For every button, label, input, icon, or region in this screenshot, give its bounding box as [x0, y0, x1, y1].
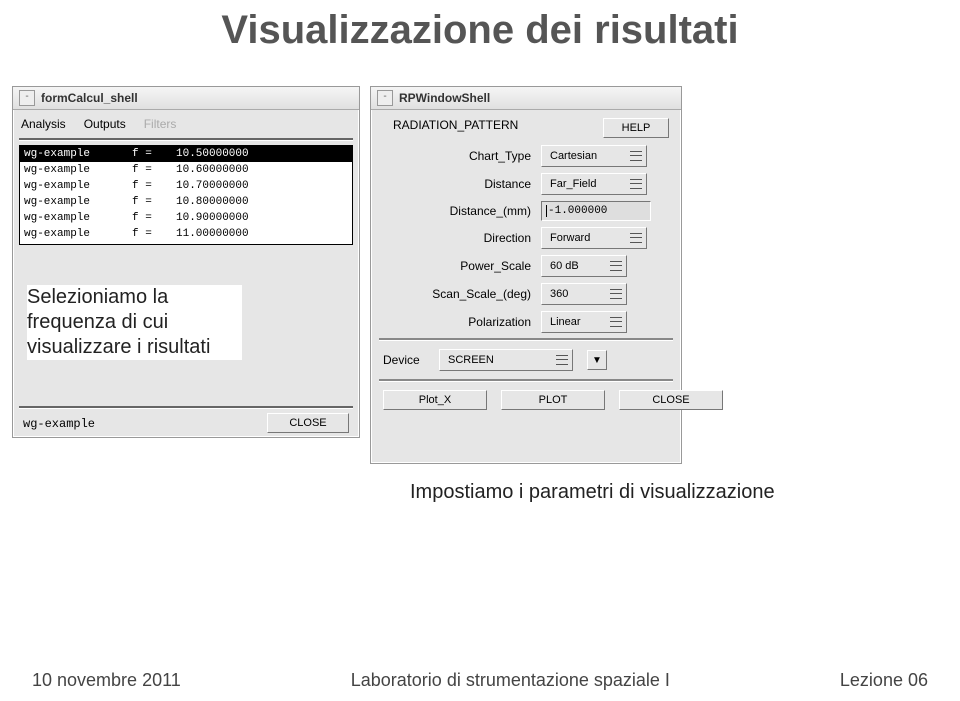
callout-left: Selezioniamo la frequenza di cui visuali… — [27, 285, 242, 360]
field-direction: Direction Forward — [371, 224, 681, 252]
results-listbox[interactable]: wg-example f = 10.50000000 wg-example f … — [19, 145, 353, 245]
header-label: RADIATION_PATTERN — [393, 118, 518, 138]
list-col-name: wg-example — [24, 211, 132, 225]
list-col-f: f = — [132, 195, 176, 209]
dropdown-icon — [610, 317, 622, 327]
list-col-f: f = — [132, 179, 176, 193]
list-col-val: 10.70000000 — [176, 179, 249, 193]
device-label: Device — [383, 353, 433, 367]
footer-center: Laboratorio di strumentazione spaziale I — [351, 670, 670, 691]
field-label: Scan_Scale_(deg) — [379, 287, 541, 301]
field-label: Direction — [379, 231, 541, 245]
list-col-f: f = — [132, 147, 176, 161]
scan-scale-dropdown[interactable]: 360 — [541, 283, 627, 305]
dropdown-value: Far_Field — [550, 178, 596, 190]
device-row: Device SCREEN ▼ — [371, 343, 681, 377]
footer-date: 10 novembre 2011 — [32, 670, 181, 691]
dropdown-icon — [610, 289, 622, 299]
formcalcul-window: - formCalcul_shell Analysis Outputs Filt… — [12, 86, 360, 438]
field-distance-mm: Distance_(mm) -1.000000 — [371, 198, 681, 224]
distance-mm-input[interactable]: -1.000000 — [541, 201, 651, 221]
list-item[interactable]: wg-example f = 10.50000000 — [20, 146, 352, 162]
list-item[interactable]: wg-example f = 10.90000000 — [20, 210, 352, 226]
dropdown-value: Linear — [550, 316, 581, 328]
rpwindow: - RPWindowShell RADIATION_PATTERN HELP C… — [370, 86, 682, 464]
dropdown-value: 60 dB — [550, 260, 579, 272]
field-chart-type: Chart_Type Cartesian — [371, 142, 681, 170]
field-label: Polarization — [379, 315, 541, 329]
header-row: RADIATION_PATTERN HELP — [371, 110, 681, 142]
field-label: Distance_(mm) — [379, 204, 541, 218]
field-scan-scale: Scan_Scale_(deg) 360 — [371, 280, 681, 308]
field-label: Distance — [379, 177, 541, 191]
field-polarization: Polarization Linear — [371, 308, 681, 336]
dropdown-icon — [630, 151, 642, 161]
list-col-name: wg-example — [24, 227, 132, 241]
distance-dropdown[interactable]: Far_Field — [541, 173, 647, 195]
direction-dropdown[interactable]: Forward — [541, 227, 647, 249]
field-distance: Distance Far_Field — [371, 170, 681, 198]
list-item[interactable]: wg-example f = 10.70000000 — [20, 178, 352, 194]
field-power-scale: Power_Scale 60 dB — [371, 252, 681, 280]
divider — [379, 338, 673, 341]
help-button[interactable]: HELP — [603, 118, 669, 138]
dropdown-value: Cartesian — [550, 150, 597, 162]
list-col-name: wg-example — [24, 195, 132, 209]
list-col-val: 10.90000000 — [176, 211, 249, 225]
footer-right: Lezione 06 — [840, 670, 928, 691]
field-label: Chart_Type — [379, 149, 541, 163]
device-picker-button[interactable]: ▼ — [587, 350, 607, 370]
slide-footer: 10 novembre 2011 Laboratorio di strument… — [0, 670, 960, 691]
dropdown-icon — [610, 261, 622, 271]
power-scale-dropdown[interactable]: 60 dB — [541, 255, 627, 277]
list-col-f: f = — [132, 211, 176, 225]
dropdown-icon — [630, 233, 642, 243]
titlebar[interactable]: - RPWindowShell — [371, 87, 681, 110]
dropdown-icon — [556, 355, 568, 365]
device-dropdown[interactable]: SCREEN — [439, 349, 573, 371]
list-item[interactable]: wg-example f = 11.00000000 — [20, 226, 352, 242]
window-menu-icon[interactable]: - — [377, 90, 393, 106]
list-col-name: wg-example — [24, 179, 132, 193]
menu-outputs[interactable]: Outputs — [84, 117, 126, 131]
divider — [19, 406, 353, 409]
status-text: wg-example — [23, 417, 95, 431]
close-button[interactable]: CLOSE — [267, 413, 349, 433]
window-menu-icon[interactable]: - — [19, 90, 35, 106]
chart-type-dropdown[interactable]: Cartesian — [541, 145, 647, 167]
dropdown-value: 360 — [550, 288, 568, 300]
list-col-name: wg-example — [24, 147, 132, 161]
plot-x-button[interactable]: Plot_X — [383, 390, 487, 410]
list-col-f: f = — [132, 163, 176, 177]
callout-right: Impostiamo i parametri di visualizzazion… — [410, 480, 775, 505]
dropdown-icon — [630, 179, 642, 189]
field-label: Power_Scale — [379, 259, 541, 273]
list-col-val: 10.80000000 — [176, 195, 249, 209]
slide-title: Visualizzazione dei risultati — [0, 8, 960, 53]
list-col-val: 11.00000000 — [176, 227, 249, 241]
close-button[interactable]: CLOSE — [619, 390, 723, 410]
window-title: formCalcul_shell — [41, 91, 138, 105]
input-value: -1.000000 — [548, 205, 607, 217]
titlebar[interactable]: - formCalcul_shell — [13, 87, 359, 110]
polarization-dropdown[interactable]: Linear — [541, 311, 627, 333]
list-col-f: f = — [132, 227, 176, 241]
plot-button[interactable]: PLOT — [501, 390, 605, 410]
list-item[interactable]: wg-example f = 10.60000000 — [20, 162, 352, 178]
menu-analysis[interactable]: Analysis — [21, 117, 66, 131]
dropdown-value: SCREEN — [448, 354, 494, 366]
divider — [379, 379, 673, 382]
menu-bar: Analysis Outputs Filters — [13, 110, 359, 138]
menu-filters: Filters — [144, 117, 177, 131]
text-cursor-icon — [546, 205, 547, 217]
list-col-name: wg-example — [24, 163, 132, 177]
list-item[interactable]: wg-example f = 10.80000000 — [20, 194, 352, 210]
list-col-val: 10.50000000 — [176, 147, 249, 161]
divider — [19, 138, 353, 141]
window-title: RPWindowShell — [399, 91, 490, 105]
footer-buttons: Plot_X PLOT CLOSE — [371, 384, 681, 416]
dropdown-value: Forward — [550, 232, 590, 244]
list-col-val: 10.60000000 — [176, 163, 249, 177]
